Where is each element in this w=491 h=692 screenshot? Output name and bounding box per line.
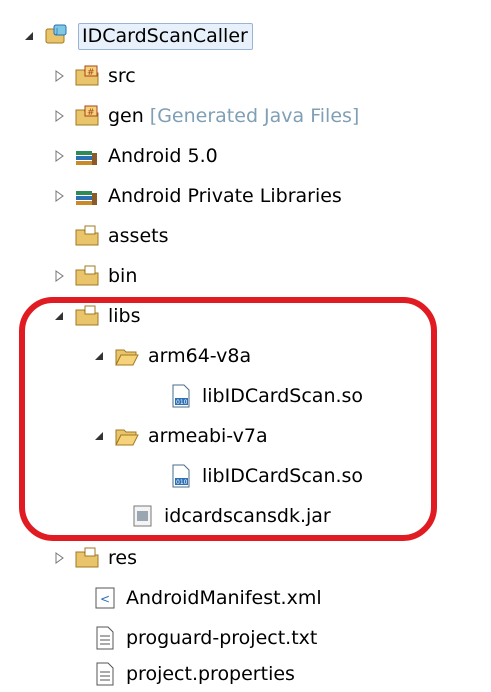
tree-row-assets[interactable]: assets bbox=[0, 218, 491, 254]
triangle-right-icon[interactable] bbox=[52, 149, 66, 163]
tree-row-android-manifest[interactable]: < AndroidManifest.xml bbox=[0, 580, 491, 616]
library-icon bbox=[74, 183, 100, 209]
tree-item-label: libIDCardScan.so bbox=[202, 385, 364, 407]
tree-row-android-private-libraries[interactable]: Android Private Libraries bbox=[0, 178, 491, 214]
triangle-right-icon[interactable] bbox=[52, 269, 66, 283]
tree-item-label: idcardscansdk.jar bbox=[164, 505, 331, 527]
triangle-right-icon[interactable] bbox=[52, 109, 66, 123]
tree-item-label: armeabi-v7a bbox=[148, 425, 268, 447]
text-file-icon bbox=[92, 625, 118, 651]
tree-item-label: bin bbox=[108, 265, 138, 287]
triangle-down-icon[interactable] bbox=[92, 429, 106, 443]
tree-item-label: arm64-v8a bbox=[148, 345, 252, 367]
triangle-down-icon[interactable] bbox=[52, 309, 66, 323]
tree-row-libidcardscan-1[interactable]: 010 libIDCardScan.so bbox=[0, 378, 491, 414]
jar-icon bbox=[130, 503, 156, 529]
tree-row-android-5[interactable]: Android 5.0 bbox=[0, 138, 491, 174]
tree-row-res[interactable]: res bbox=[0, 540, 491, 576]
folder-open-icon bbox=[114, 343, 140, 369]
folder-icon bbox=[74, 545, 100, 571]
folder-open-icon bbox=[114, 423, 140, 449]
tree-item-label: AndroidManifest.xml bbox=[126, 587, 322, 609]
triangle-right-icon[interactable] bbox=[52, 189, 66, 203]
tree-item-label: gen bbox=[108, 105, 144, 127]
project-explorer-tree: J IDCardScanCaller # src # gen [Generate… bbox=[0, 0, 491, 690]
svg-text:J: J bbox=[55, 27, 58, 35]
triangle-right-icon[interactable] bbox=[52, 69, 66, 83]
svg-text:010: 010 bbox=[176, 399, 188, 406]
tree-item-label: libs bbox=[108, 305, 141, 327]
package-folder-icon: # bbox=[74, 63, 100, 89]
tree-row-arm64-v8a[interactable]: arm64-v8a bbox=[0, 338, 491, 374]
folder-icon bbox=[74, 223, 100, 249]
library-icon bbox=[74, 143, 100, 169]
tree-row-src[interactable]: # src bbox=[0, 58, 491, 94]
svg-text:<: < bbox=[100, 592, 110, 606]
tree-row-bin[interactable]: bin bbox=[0, 258, 491, 294]
generated-files-suffix: [Generated Java Files] bbox=[149, 105, 360, 127]
tree-row-root[interactable]: J IDCardScanCaller bbox=[0, 18, 491, 54]
tree-item-label: libIDCardScan.so bbox=[202, 465, 364, 487]
project-name[interactable]: IDCardScanCaller bbox=[78, 22, 253, 50]
tree-row-project-properties[interactable]: project.properties bbox=[0, 656, 491, 692]
tree-row-proguard[interactable]: proguard-project.txt bbox=[0, 620, 491, 656]
folder-icon bbox=[74, 303, 100, 329]
tree-row-libs[interactable]: libs bbox=[0, 298, 491, 334]
tree-item-label: assets bbox=[108, 225, 169, 247]
tree-row-armeabi-v7a[interactable]: armeabi-v7a bbox=[0, 418, 491, 454]
tree-item-label: res bbox=[108, 547, 137, 569]
triangle-down-icon[interactable] bbox=[22, 29, 36, 43]
triangle-right-icon[interactable] bbox=[52, 551, 66, 565]
triangle-down-icon[interactable] bbox=[92, 349, 106, 363]
tree-item-label: src bbox=[108, 65, 136, 87]
binary-file-icon: 010 bbox=[168, 463, 194, 489]
tree-item-label: Android 5.0 bbox=[108, 145, 218, 167]
android-project-icon: J bbox=[44, 23, 70, 49]
tree-row-idcardscansdk-jar[interactable]: idcardscansdk.jar bbox=[0, 498, 491, 534]
tree-item-label: project.properties bbox=[126, 663, 295, 685]
tree-item-label: proguard-project.txt bbox=[126, 627, 318, 649]
tree-row-libidcardscan-2[interactable]: 010 libIDCardScan.so bbox=[0, 458, 491, 494]
tree-row-gen[interactable]: # gen [Generated Java Files] bbox=[0, 98, 491, 134]
folder-icon bbox=[74, 263, 100, 289]
svg-text:010: 010 bbox=[176, 479, 188, 486]
text-file-icon bbox=[92, 661, 118, 687]
tree-item-label: Android Private Libraries bbox=[108, 185, 342, 207]
package-folder-icon: # bbox=[74, 103, 100, 129]
svg-text:#: # bbox=[87, 108, 95, 118]
xml-file-icon: < bbox=[92, 585, 118, 611]
svg-text:#: # bbox=[87, 68, 95, 78]
binary-file-icon: 010 bbox=[168, 383, 194, 409]
